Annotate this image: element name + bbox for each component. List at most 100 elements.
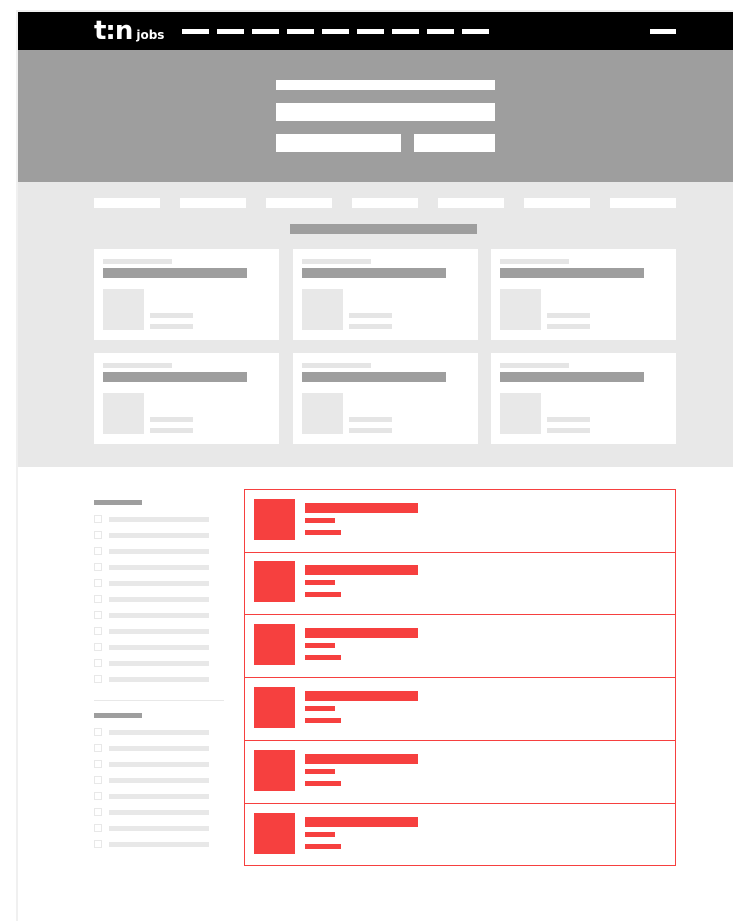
nav-link[interactable]: [462, 29, 489, 34]
filter-option-label: [109, 746, 209, 751]
nav-link[interactable]: [287, 29, 314, 34]
card-meta: [547, 428, 590, 433]
filter-option[interactable]: [94, 643, 210, 651]
card-meta: [349, 324, 392, 329]
checkbox[interactable]: [94, 824, 102, 832]
filter-option-label: [109, 730, 209, 735]
filter-group-title: [94, 500, 142, 505]
job-list: [244, 489, 676, 866]
nav-link[interactable]: [427, 29, 454, 34]
checkbox[interactable]: [94, 840, 102, 848]
logo-mark: t:n: [94, 16, 133, 46]
checkbox[interactable]: [94, 643, 102, 651]
card-thumbnail: [302, 393, 343, 434]
category-tab[interactable]: [524, 198, 590, 208]
card-label: [302, 259, 371, 264]
company-logo: [254, 813, 295, 854]
job-listing[interactable]: [245, 741, 675, 804]
nav-link[interactable]: [182, 29, 209, 34]
filter-option[interactable]: [94, 579, 210, 587]
checkbox[interactable]: [94, 675, 102, 683]
location-input[interactable]: [276, 134, 401, 152]
checkbox[interactable]: [94, 744, 102, 752]
card-meta: [547, 313, 590, 318]
category-card[interactable]: [491, 353, 676, 444]
filter-option-label: [109, 661, 209, 666]
checkbox[interactable]: [94, 776, 102, 784]
nav-link[interactable]: [357, 29, 384, 34]
section-title: [290, 224, 477, 234]
category-card[interactable]: [293, 249, 478, 340]
job-company: [305, 643, 335, 648]
checkbox[interactable]: [94, 531, 102, 539]
checkbox[interactable]: [94, 515, 102, 523]
filter-option[interactable]: [94, 659, 210, 667]
filter-option-label: [109, 565, 209, 570]
nav-link[interactable]: [217, 29, 244, 34]
nav-menu-button[interactable]: [650, 29, 676, 34]
checkbox[interactable]: [94, 627, 102, 635]
card-meta: [349, 417, 392, 422]
category-tab[interactable]: [438, 198, 504, 208]
filter-option[interactable]: [94, 563, 210, 571]
job-listing[interactable]: [245, 490, 675, 553]
nav-link[interactable]: [322, 29, 349, 34]
filter-option[interactable]: [94, 611, 210, 619]
filter-option-label: [109, 517, 209, 522]
card-title: [302, 372, 446, 382]
filter-option[interactable]: [94, 515, 210, 523]
checkbox[interactable]: [94, 808, 102, 816]
job-listing[interactable]: [245, 804, 675, 867]
job-listing[interactable]: [245, 678, 675, 741]
nav-link[interactable]: [392, 29, 419, 34]
job-company: [305, 769, 335, 774]
checkbox[interactable]: [94, 659, 102, 667]
job-listing[interactable]: [245, 552, 675, 615]
card-label: [103, 259, 172, 264]
category-tab[interactable]: [266, 198, 332, 208]
filter-option[interactable]: [94, 760, 210, 768]
checkbox[interactable]: [94, 595, 102, 603]
filter-option[interactable]: [94, 531, 210, 539]
filter-option[interactable]: [94, 808, 210, 816]
category-tab[interactable]: [610, 198, 676, 208]
category-tab[interactable]: [94, 198, 160, 208]
category-card[interactable]: [94, 353, 279, 444]
job-title: [305, 628, 418, 638]
filter-option[interactable]: [94, 595, 210, 603]
checkbox[interactable]: [94, 728, 102, 736]
filter-option[interactable]: [94, 840, 210, 848]
category-card[interactable]: [94, 249, 279, 340]
filter-option[interactable]: [94, 728, 210, 736]
filter-option[interactable]: [94, 547, 210, 555]
job-title: [305, 503, 418, 513]
card-meta: [150, 417, 193, 422]
filter-option[interactable]: [94, 792, 210, 800]
hero-title: [276, 80, 495, 90]
checkbox[interactable]: [94, 611, 102, 619]
category-card[interactable]: [491, 249, 676, 340]
filter-option[interactable]: [94, 824, 210, 832]
company-logo: [254, 750, 295, 791]
checkbox[interactable]: [94, 792, 102, 800]
filter-option[interactable]: [94, 675, 210, 683]
filter-option[interactable]: [94, 627, 210, 635]
category-card[interactable]: [293, 353, 478, 444]
category-tab[interactable]: [352, 198, 418, 208]
filter-option[interactable]: [94, 776, 210, 784]
checkbox[interactable]: [94, 563, 102, 571]
checkbox[interactable]: [94, 579, 102, 587]
site-logo[interactable]: t:n jobs: [94, 17, 164, 45]
filter-option[interactable]: [94, 744, 210, 752]
nav-link[interactable]: [252, 29, 279, 34]
checkbox[interactable]: [94, 547, 102, 555]
search-input[interactable]: [276, 103, 495, 121]
filter-option-label: [109, 778, 209, 783]
category-tab[interactable]: [180, 198, 246, 208]
checkbox[interactable]: [94, 760, 102, 768]
search-button[interactable]: [414, 134, 495, 152]
filter-option-label: [109, 826, 209, 831]
job-listing[interactable]: [245, 615, 675, 678]
card-label: [302, 363, 371, 368]
job-title: [305, 691, 418, 701]
